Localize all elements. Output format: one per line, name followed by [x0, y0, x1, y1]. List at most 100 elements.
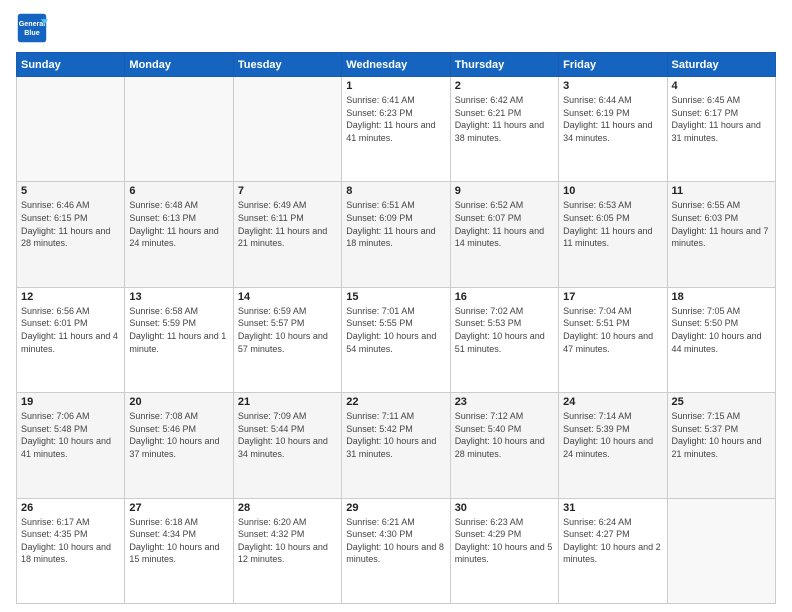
day-info: Sunrise: 6:46 AM Sunset: 6:15 PM Dayligh… [21, 199, 120, 249]
day-info: Sunrise: 6:51 AM Sunset: 6:09 PM Dayligh… [346, 199, 445, 249]
day-info: Sunrise: 6:21 AM Sunset: 4:30 PM Dayligh… [346, 516, 445, 566]
day-info: Sunrise: 6:17 AM Sunset: 4:35 PM Dayligh… [21, 516, 120, 566]
calendar-cell: 25 Sunrise: 7:15 AM Sunset: 5:37 PM Dayli… [667, 393, 775, 498]
calendar-table: SundayMondayTuesdayWednesdayThursdayFrid… [16, 52, 776, 604]
day-number: 3 [563, 80, 662, 92]
week-row-2: 5 Sunrise: 6:46 AM Sunset: 6:15 PM Daylig… [17, 182, 776, 287]
day-info: Sunrise: 6:20 AM Sunset: 4:32 PM Dayligh… [238, 516, 337, 566]
day-number: 24 [563, 396, 662, 408]
day-number: 7 [238, 185, 337, 197]
day-info: Sunrise: 7:05 AM Sunset: 5:50 PM Dayligh… [672, 305, 771, 355]
day-number: 8 [346, 185, 445, 197]
day-info: Sunrise: 6:42 AM Sunset: 6:21 PM Dayligh… [455, 94, 554, 144]
day-number: 23 [455, 396, 554, 408]
day-number: 11 [672, 185, 771, 197]
day-number: 6 [129, 185, 228, 197]
day-info: Sunrise: 6:59 AM Sunset: 5:57 PM Dayligh… [238, 305, 337, 355]
day-number: 2 [455, 80, 554, 92]
calendar-cell: 1 Sunrise: 6:41 AM Sunset: 6:23 PM Daylig… [342, 77, 450, 182]
calendar-cell: 8 Sunrise: 6:51 AM Sunset: 6:09 PM Daylig… [342, 182, 450, 287]
calendar-cell [125, 77, 233, 182]
header: General Blue [16, 12, 776, 44]
calendar-cell: 12 Sunrise: 6:56 AM Sunset: 6:01 PM Dayli… [17, 287, 125, 392]
day-info: Sunrise: 7:02 AM Sunset: 5:53 PM Dayligh… [455, 305, 554, 355]
calendar-cell: 15Sunrise: 7:01 AM Sunset: 5:55 PM Dayli… [342, 287, 450, 392]
day-info: Sunrise: 6:23 AM Sunset: 4:29 PM Dayligh… [455, 516, 554, 566]
day-number: 4 [672, 80, 771, 92]
day-number: 31 [563, 502, 662, 514]
weekday-header-sunday: Sunday [17, 53, 125, 77]
day-number: 1 [346, 80, 445, 92]
calendar-cell: 2 Sunrise: 6:42 AM Sunset: 6:21 PM Daylig… [450, 77, 558, 182]
day-info: Sunrise: 6:53 AM Sunset: 6:05 PM Dayligh… [563, 199, 662, 249]
day-info: Sunrise: 6:49 AM Sunset: 6:11 PM Dayligh… [238, 199, 337, 249]
week-row-5: 26 Sunrise: 6:17 AM Sunset: 4:35 PM Dayli… [17, 498, 776, 603]
calendar-cell: 14 Sunrise: 6:59 AM Sunset: 5:57 PM Dayli… [233, 287, 341, 392]
day-number: 19 [21, 396, 120, 408]
calendar-cell: 24 Sunrise: 7:14 AM Sunset: 5:39 PM Dayli… [559, 393, 667, 498]
day-number: 9 [455, 185, 554, 197]
weekday-header-wednesday: Wednesday [342, 53, 450, 77]
day-number: 10 [563, 185, 662, 197]
logo-icon: General Blue [16, 12, 48, 44]
calendar-cell: 4 Sunrise: 6:45 AM Sunset: 6:17 PM Daylig… [667, 77, 775, 182]
day-info: Sunrise: 6:45 AM Sunset: 6:17 PM Dayligh… [672, 94, 771, 144]
day-number: 5 [21, 185, 120, 197]
day-number: 12 [21, 291, 120, 303]
calendar-cell: 6 Sunrise: 6:48 AM Sunset: 6:13 PM Daylig… [125, 182, 233, 287]
day-number: 30 [455, 502, 554, 514]
day-number: 25 [672, 396, 771, 408]
calendar-cell: 7 Sunrise: 6:49 AM Sunset: 6:11 PM Daylig… [233, 182, 341, 287]
weekday-header-row: SundayMondayTuesdayWednesdayThursdayFrid… [17, 53, 776, 77]
calendar-cell: 5 Sunrise: 6:46 AM Sunset: 6:15 PM Daylig… [17, 182, 125, 287]
day-number: 21 [238, 396, 337, 408]
day-number: 14 [238, 291, 337, 303]
day-info: Sunrise: 6:52 AM Sunset: 6:07 PM Dayligh… [455, 199, 554, 249]
calendar-cell: 13Sunrise: 6:58 AM Sunset: 5:59 PM Dayli… [125, 287, 233, 392]
page: General Blue SundayMondayTuesdayWednesda… [0, 0, 792, 612]
weekday-header-monday: Monday [125, 53, 233, 77]
day-info: Sunrise: 6:55 AM Sunset: 6:03 PM Dayligh… [672, 199, 771, 249]
day-number: 18 [672, 291, 771, 303]
calendar-cell: 3Sunrise: 6:44 AM Sunset: 6:19 PM Daylig… [559, 77, 667, 182]
week-row-1: 1 Sunrise: 6:41 AM Sunset: 6:23 PM Daylig… [17, 77, 776, 182]
week-row-3: 12 Sunrise: 6:56 AM Sunset: 6:01 PM Dayli… [17, 287, 776, 392]
day-info: Sunrise: 7:11 AM Sunset: 5:42 PM Dayligh… [346, 410, 445, 460]
day-info: Sunrise: 6:41 AM Sunset: 6:23 PM Dayligh… [346, 94, 445, 144]
calendar-cell: 18 Sunrise: 7:05 AM Sunset: 5:50 PM Dayli… [667, 287, 775, 392]
day-number: 20 [129, 396, 228, 408]
calendar-cell: 30 Sunrise: 6:23 AM Sunset: 4:29 PM Dayli… [450, 498, 558, 603]
day-info: Sunrise: 7:14 AM Sunset: 5:39 PM Dayligh… [563, 410, 662, 460]
day-info: Sunrise: 7:15 AM Sunset: 5:37 PM Dayligh… [672, 410, 771, 460]
calendar-cell: 23Sunrise: 7:12 AM Sunset: 5:40 PM Dayli… [450, 393, 558, 498]
weekday-header-saturday: Saturday [667, 53, 775, 77]
day-number: 16 [455, 291, 554, 303]
day-info: Sunrise: 7:04 AM Sunset: 5:51 PM Dayligh… [563, 305, 662, 355]
weekday-header-tuesday: Tuesday [233, 53, 341, 77]
weekday-header-thursday: Thursday [450, 53, 558, 77]
calendar-cell [17, 77, 125, 182]
svg-text:Blue: Blue [24, 29, 39, 37]
day-info: Sunrise: 7:08 AM Sunset: 5:46 PM Dayligh… [129, 410, 228, 460]
day-info: Sunrise: 6:48 AM Sunset: 6:13 PM Dayligh… [129, 199, 228, 249]
calendar-cell: 21 Sunrise: 7:09 AM Sunset: 5:44 PM Dayli… [233, 393, 341, 498]
calendar-cell: 10 Sunrise: 6:53 AM Sunset: 6:05 PM Dayli… [559, 182, 667, 287]
day-info: Sunrise: 6:18 AM Sunset: 4:34 PM Dayligh… [129, 516, 228, 566]
day-number: 26 [21, 502, 120, 514]
calendar-cell: 27Sunrise: 6:18 AM Sunset: 4:34 PM Dayli… [125, 498, 233, 603]
calendar-cell [233, 77, 341, 182]
day-info: Sunrise: 6:58 AM Sunset: 5:59 PM Dayligh… [129, 305, 228, 355]
calendar-cell: 28Sunrise: 6:20 AM Sunset: 4:32 PM Dayli… [233, 498, 341, 603]
calendar-cell: 9 Sunrise: 6:52 AM Sunset: 6:07 PM Daylig… [450, 182, 558, 287]
week-row-4: 19 Sunrise: 7:06 AM Sunset: 5:48 PM Dayli… [17, 393, 776, 498]
day-info: Sunrise: 7:06 AM Sunset: 5:48 PM Dayligh… [21, 410, 120, 460]
svg-text:General: General [19, 20, 46, 28]
day-info: Sunrise: 7:01 AM Sunset: 5:55 PM Dayligh… [346, 305, 445, 355]
day-info: Sunrise: 7:09 AM Sunset: 5:44 PM Dayligh… [238, 410, 337, 460]
calendar-cell: 17Sunrise: 7:04 AM Sunset: 5:51 PM Dayli… [559, 287, 667, 392]
day-number: 29 [346, 502, 445, 514]
calendar-cell [667, 498, 775, 603]
day-info: Sunrise: 6:56 AM Sunset: 6:01 PM Dayligh… [21, 305, 120, 355]
calendar-cell: 29 Sunrise: 6:21 AM Sunset: 4:30 PM Dayli… [342, 498, 450, 603]
day-info: Sunrise: 6:24 AM Sunset: 4:27 PM Dayligh… [563, 516, 662, 566]
